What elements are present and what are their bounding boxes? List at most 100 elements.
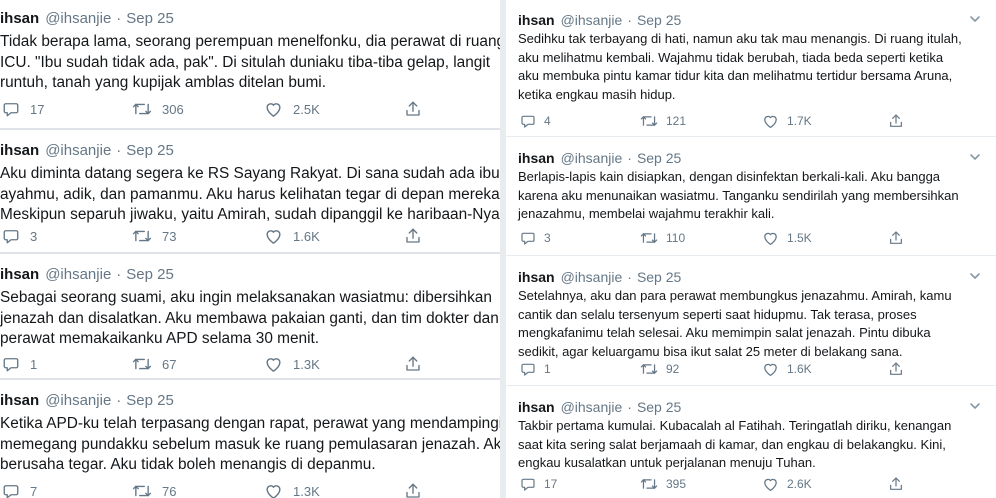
retweet-button[interactable]: 67 <box>132 353 176 375</box>
tweet-card[interactable]: ihsan @ihsanjie · Sep 25 Setelahnya, aku… <box>506 257 996 386</box>
chevron-down-icon[interactable] <box>968 269 982 283</box>
heart-icon <box>762 476 779 492</box>
heart-icon <box>762 230 779 246</box>
retweet-count: 67 <box>162 356 177 372</box>
share-icon <box>404 482 422 498</box>
share-button[interactable] <box>404 353 422 375</box>
reply-button[interactable]: 1 <box>520 358 551 380</box>
tweet-date[interactable]: Sep 25 <box>126 10 174 27</box>
author-handle[interactable]: @ihsanjie <box>561 269 623 285</box>
tweet-actions: 17 306 2.5K <box>0 98 500 120</box>
tweet-header: ihsan @ihsanjie · Sep 25 <box>518 146 681 170</box>
like-button[interactable]: 1.5K <box>762 227 812 249</box>
reply-icon <box>520 361 536 377</box>
tweet-date[interactable]: Sep 25 <box>126 142 174 159</box>
author-name[interactable]: ihsan <box>518 269 555 285</box>
tweet-actions: 17 395 2.6K <box>518 473 996 495</box>
share-button[interactable] <box>404 225 422 247</box>
author-handle[interactable]: @ihsanjie <box>561 399 623 415</box>
reply-count: 1 <box>544 362 551 376</box>
author-name[interactable]: ihsan <box>0 392 39 409</box>
tweet-text: Berlapis-lapis kain disiapkan, dengan di… <box>518 169 959 222</box>
tweet-card[interactable]: ihsan @ihsanjie · Sep 25 Sebagai seorang… <box>0 256 500 380</box>
retweet-icon <box>640 113 658 129</box>
like-button[interactable]: 2.5K <box>264 98 320 120</box>
tweet-header: ihsan @ihsanjie · Sep 25 <box>0 6 174 30</box>
reply-count: 4 <box>544 114 551 128</box>
reply-button[interactable]: 17 <box>2 98 44 120</box>
tweet-card[interactable]: ihsan @ihsanjie · Sep 25 Tidak berapa la… <box>0 0 500 130</box>
author-name[interactable]: ihsan <box>518 399 555 415</box>
author-name[interactable]: ihsan <box>518 150 555 166</box>
retweet-count: 73 <box>162 228 177 244</box>
author-name[interactable]: ihsan <box>0 10 39 27</box>
tweet-card[interactable]: ihsan @ihsanjie · Sep 25 Ketika APD-ku t… <box>0 382 500 498</box>
like-button[interactable]: 1.3K <box>264 353 320 375</box>
like-button[interactable]: 1.6K <box>264 225 320 247</box>
reply-button[interactable]: 4 <box>520 110 551 132</box>
chevron-down-icon[interactable] <box>968 150 982 164</box>
reply-button[interactable]: 1 <box>2 353 37 375</box>
reply-button[interactable]: 3 <box>2 225 37 247</box>
chevron-down-icon[interactable] <box>968 399 982 413</box>
like-count: 2.6K <box>787 477 812 491</box>
like-count: 1.6K <box>787 362 812 376</box>
tweet-actions: 4 121 1.7K <box>518 110 996 132</box>
tweet-card[interactable]: ihsan @ihsanjie · Sep 25 Aku diminta dat… <box>0 132 500 254</box>
retweet-icon <box>132 100 152 118</box>
tweet-card[interactable]: ihsan @ihsanjie · Sep 25 Takbir pertama … <box>506 387 996 498</box>
tweet-date[interactable]: Sep 25 <box>637 399 681 415</box>
share-button[interactable] <box>404 98 422 120</box>
author-handle[interactable]: @ihsanjie <box>561 150 623 166</box>
author-name[interactable]: ihsan <box>518 12 555 28</box>
right-tweet-column: ihsan @ihsanjie · Sep 25 Sedihku tak ter… <box>506 0 996 498</box>
share-button[interactable] <box>888 110 904 132</box>
author-name[interactable]: ihsan <box>0 266 39 283</box>
like-button[interactable]: 1.7K <box>762 110 812 132</box>
tweet-date[interactable]: Sep 25 <box>637 150 681 166</box>
heart-icon <box>264 100 283 118</box>
separator-dot: · <box>116 141 122 159</box>
like-count: 1.3K <box>293 356 320 372</box>
retweet-button[interactable]: 73 <box>132 225 176 247</box>
reply-count: 3 <box>30 228 38 244</box>
heart-icon <box>762 113 779 129</box>
author-handle[interactable]: @ihsanjie <box>45 392 111 409</box>
author-handle[interactable]: @ihsanjie <box>45 266 111 283</box>
reply-button[interactable]: 3 <box>520 227 551 249</box>
tweet-card[interactable]: ihsan @ihsanjie · Sep 25 Sedihku tak ter… <box>506 0 996 137</box>
share-button[interactable] <box>888 473 904 495</box>
retweet-button[interactable]: 76 <box>132 480 176 498</box>
heart-icon <box>264 355 283 373</box>
author-handle[interactable]: @ihsanjie <box>45 10 111 27</box>
share-button[interactable] <box>888 227 904 249</box>
tweet-date[interactable]: Sep 25 <box>637 12 681 28</box>
reply-button[interactable]: 17 <box>520 473 557 495</box>
like-button[interactable]: 2.6K <box>762 473 812 495</box>
tweet-date[interactable]: Sep 25 <box>126 392 174 409</box>
tweet-date[interactable]: Sep 25 <box>637 269 681 285</box>
chevron-down-icon[interactable] <box>968 12 982 26</box>
like-button[interactable]: 1.3K <box>264 480 320 498</box>
tweet-text: Sebagai seorang suami, aku ingin melaksa… <box>0 289 499 347</box>
retweet-button[interactable]: 306 <box>132 98 184 120</box>
retweet-count: 76 <box>162 483 177 498</box>
share-icon <box>888 361 904 377</box>
like-count: 1.6K <box>293 228 320 244</box>
tweet-date[interactable]: Sep 25 <box>126 266 174 283</box>
tweet-text: Sedihku tak terbayang di hati, namun aku… <box>518 31 962 102</box>
retweet-button[interactable]: 121 <box>640 110 686 132</box>
author-handle[interactable]: @ihsanjie <box>45 142 111 159</box>
reply-button[interactable]: 7 <box>2 480 37 498</box>
tweet-actions: 7 76 1.3K <box>0 480 500 498</box>
share-button[interactable] <box>888 358 904 380</box>
retweet-button[interactable]: 110 <box>640 227 685 249</box>
share-button[interactable] <box>404 480 422 498</box>
retweet-button[interactable]: 395 <box>640 473 686 495</box>
retweet-button[interactable]: 92 <box>640 358 679 380</box>
author-handle[interactable]: @ihsanjie <box>561 12 623 28</box>
tweet-header: ihsan @ihsanjie · Sep 25 <box>0 138 174 162</box>
like-button[interactable]: 1.6K <box>762 358 812 380</box>
tweet-card[interactable]: ihsan @ihsanjie · Sep 25 Berlapis-lapis … <box>506 138 996 256</box>
author-name[interactable]: ihsan <box>0 142 39 159</box>
